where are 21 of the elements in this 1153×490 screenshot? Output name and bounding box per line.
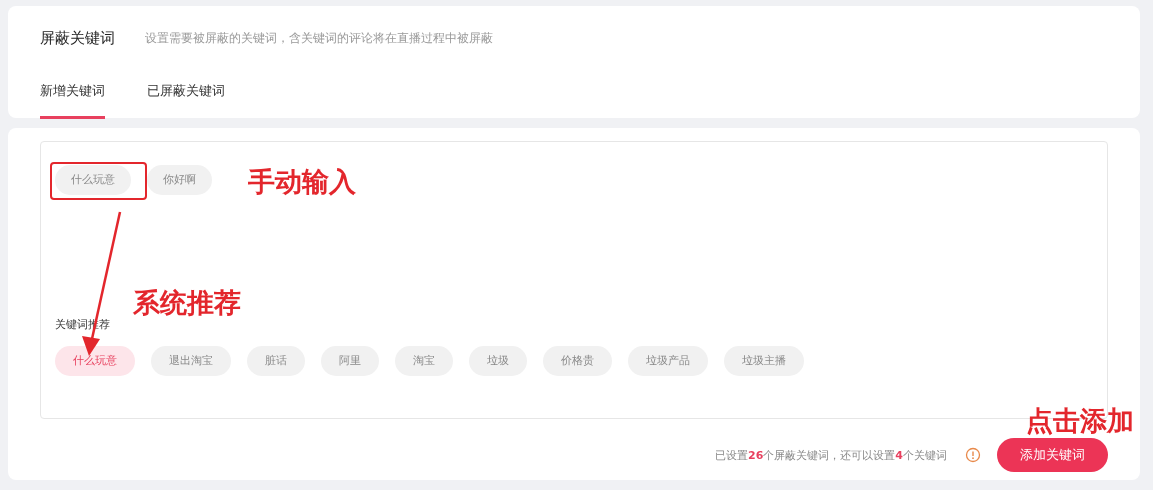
tab[interactable]: 新增关键词	[40, 82, 105, 119]
keyword-tag[interactable]: 阿里	[321, 346, 379, 376]
keyword-tag[interactable]: 什么玩意	[55, 346, 135, 376]
annotation-text: 手动输入	[248, 165, 356, 199]
keyword-tag[interactable]: 淘宝	[395, 346, 453, 376]
section-title: 屏蔽关键词	[40, 28, 115, 48]
keyword-tag[interactable]: 垃圾产品	[628, 346, 708, 376]
keyword-tag[interactable]: 价格贵	[543, 346, 612, 376]
add-keyword-button[interactable]: 添加关键词	[997, 438, 1108, 472]
keyword-tag[interactable]: 垃圾	[469, 346, 527, 376]
annotation-text: 点击添加	[1026, 404, 1134, 438]
keyword-tag[interactable]: 你好啊	[147, 165, 212, 195]
section-description: 设置需要被屏蔽的关键词，含关键词的评论将在直播过程中被屏蔽	[145, 29, 493, 47]
keyword-count-text: 已设置26个屏蔽关键词，还可以设置4个关键词	[715, 447, 947, 463]
keyword-tag[interactable]: 垃圾主播	[724, 346, 804, 376]
tab[interactable]: 已屏蔽关键词	[147, 82, 225, 119]
keyword-tag[interactable]: 退出淘宝	[151, 346, 231, 376]
keyword-tag[interactable]: 什么玩意	[55, 165, 131, 195]
annotation-text: 系统推荐	[133, 286, 241, 320]
keyword-tag[interactable]: 脏话	[247, 346, 305, 376]
info-icon[interactable]	[965, 447, 981, 463]
